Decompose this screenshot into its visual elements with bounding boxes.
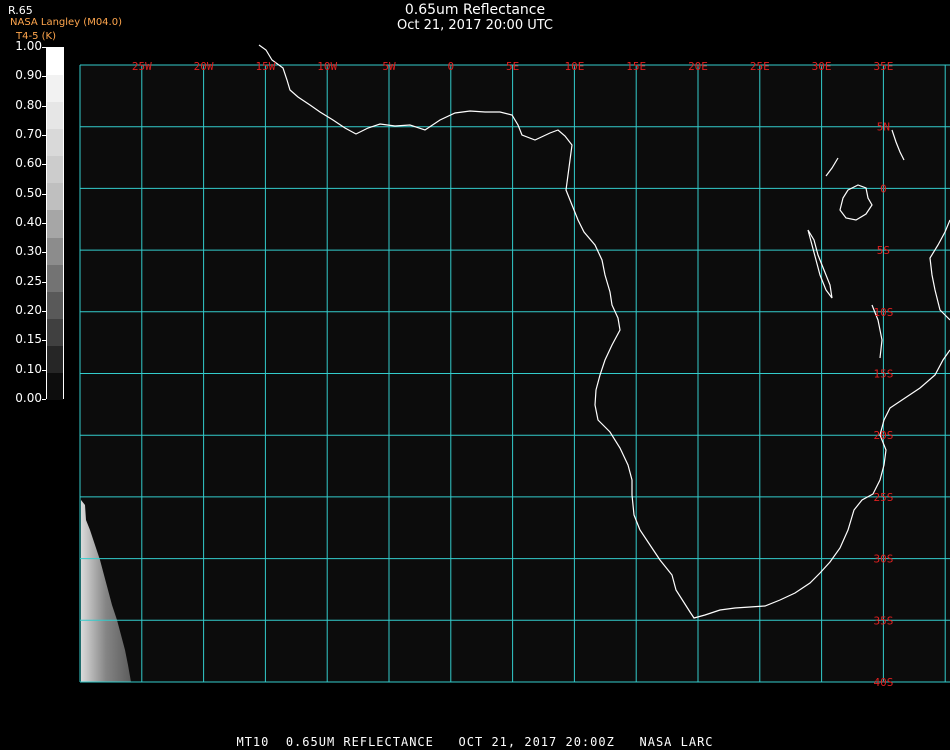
latitude-label: 0 [880, 182, 887, 195]
longitude-label: 35E [873, 60, 893, 73]
longitude-label: 25W [132, 60, 152, 73]
latitude-label: 40S [873, 676, 893, 689]
longitude-label: 10E [564, 60, 584, 73]
longitude-label: 15E [626, 60, 646, 73]
longitude-label: 20E [688, 60, 708, 73]
longitude-label: 10W [317, 60, 337, 73]
footer-caption: MT10 0.65UM REFLECTANCE OCT 21, 2017 20:… [236, 735, 714, 749]
longitude-label: 0 [447, 60, 454, 73]
longitude-label: 30E [812, 60, 832, 73]
latitude-label: 10S [873, 306, 893, 319]
latitude-label: 15S [873, 368, 893, 381]
latitude-label: 30S [873, 553, 893, 566]
longitude-label: 20W [194, 60, 214, 73]
latitude-label: 5N [877, 121, 890, 134]
latitude-label: 5S [877, 244, 890, 257]
latitude-label: 35S [873, 614, 893, 627]
latitude-label: 20S [873, 429, 893, 442]
longitude-label: 15W [255, 60, 275, 73]
longitude-label: 5E [506, 60, 519, 73]
map-panel: 25W 20W 15W 10W 5W 0 5E 10E 15E 20E 25E 30E 35E 5N 0 5S… [79, 44, 950, 689]
longitude-label: 5W [382, 60, 396, 73]
latitude-label: 25S [873, 491, 893, 504]
longitude-label: 25E [750, 60, 770, 73]
